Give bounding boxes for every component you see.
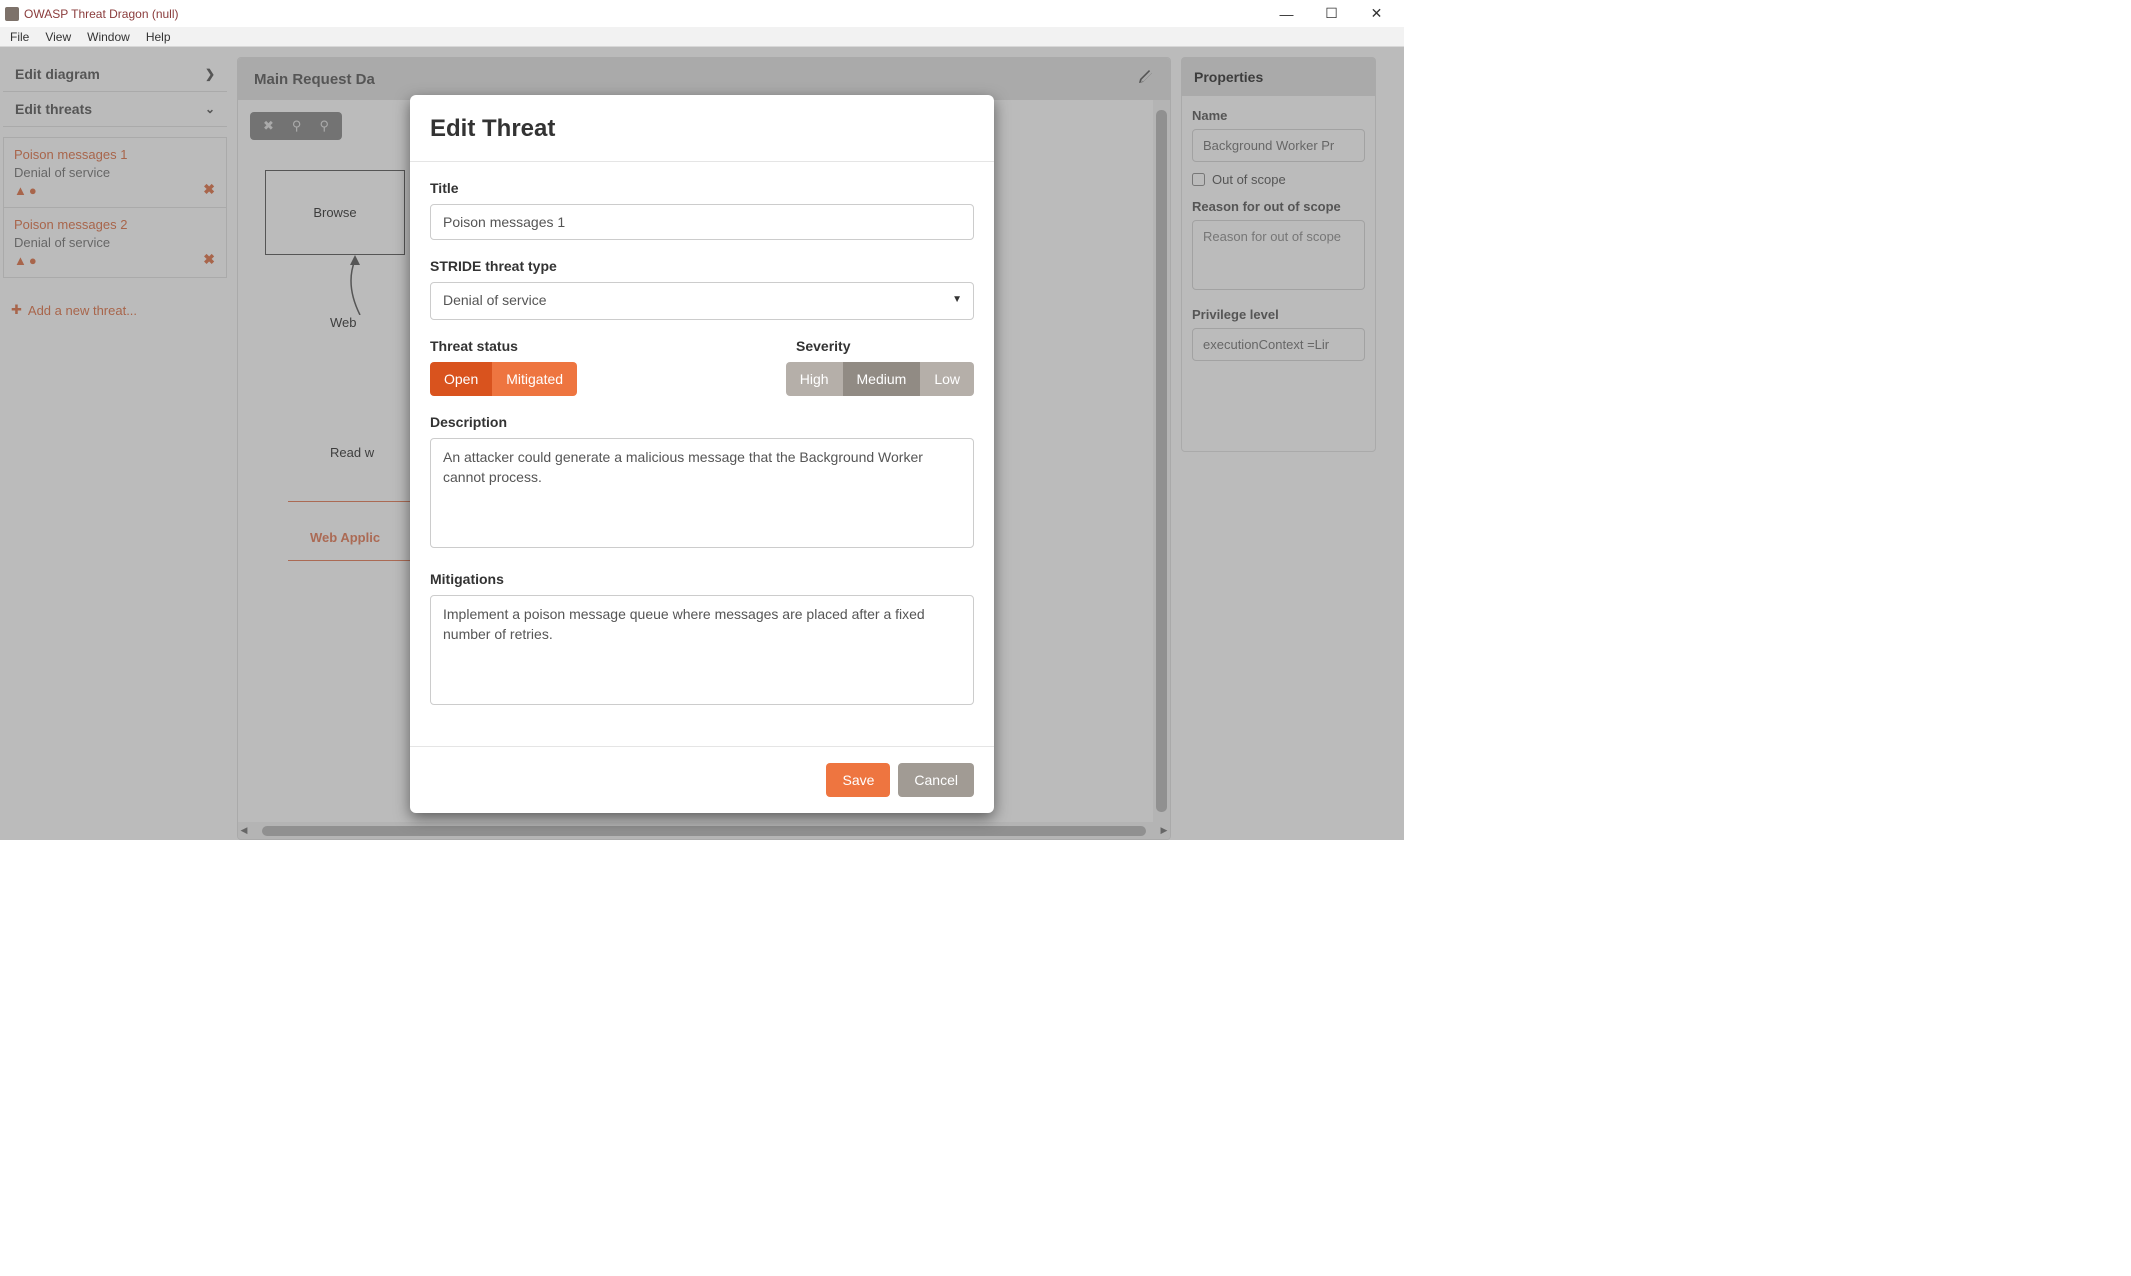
status-mitigated-button[interactable]: Mitigated: [492, 362, 577, 396]
title-label: Title: [430, 180, 974, 196]
severity-button-group: High Medium Low: [786, 362, 974, 396]
menu-help[interactable]: Help: [138, 28, 179, 46]
severity-high-button[interactable]: High: [786, 362, 843, 396]
close-button[interactable]: ✕: [1354, 0, 1399, 27]
severity-medium-button[interactable]: Medium: [843, 362, 921, 396]
description-label: Description: [430, 414, 974, 430]
maximize-button[interactable]: ☐: [1309, 0, 1354, 27]
stride-select[interactable]: Denial of service: [430, 282, 974, 320]
menu-view[interactable]: View: [37, 28, 79, 46]
cancel-button[interactable]: Cancel: [898, 763, 974, 797]
app-icon: [5, 7, 19, 21]
modal-title: Edit Threat: [430, 115, 974, 143]
status-severity-row: Threat status Open Mitigated Severity Hi…: [430, 336, 974, 412]
title-bar: OWASP Threat Dragon (null) — ☐ ✕: [0, 0, 1404, 27]
description-input[interactable]: [430, 438, 974, 548]
edit-threat-modal: Edit Threat Title STRIDE threat type Den…: [410, 95, 994, 813]
modal-footer: Save Cancel: [410, 746, 994, 813]
modal-header: Edit Threat: [410, 95, 994, 162]
title-input[interactable]: [430, 204, 974, 240]
menu-file[interactable]: File: [2, 28, 37, 46]
menu-bar: File View Window Help: [0, 27, 1404, 47]
window-controls: — ☐ ✕: [1264, 0, 1399, 27]
stride-label: STRIDE threat type: [430, 258, 974, 274]
modal-body: Title STRIDE threat type Denial of servi…: [410, 162, 994, 746]
stride-select-wrap: Denial of service ▼: [430, 282, 974, 320]
mitigations-label: Mitigations: [430, 571, 974, 587]
status-label: Threat status: [430, 338, 692, 354]
severity-low-button[interactable]: Low: [920, 362, 974, 396]
title-bar-left: OWASP Threat Dragon (null): [5, 7, 179, 21]
app-title: OWASP Threat Dragon (null): [24, 7, 179, 21]
save-button[interactable]: Save: [826, 763, 890, 797]
status-open-button[interactable]: Open: [430, 362, 492, 396]
severity-label: Severity: [796, 338, 974, 354]
modal-overlay: Edit Threat Title STRIDE threat type Den…: [0, 47, 1404, 840]
menu-window[interactable]: Window: [79, 28, 138, 46]
minimize-button[interactable]: —: [1264, 0, 1309, 27]
mitigations-input[interactable]: [430, 595, 974, 705]
status-button-group: Open Mitigated: [430, 362, 577, 396]
